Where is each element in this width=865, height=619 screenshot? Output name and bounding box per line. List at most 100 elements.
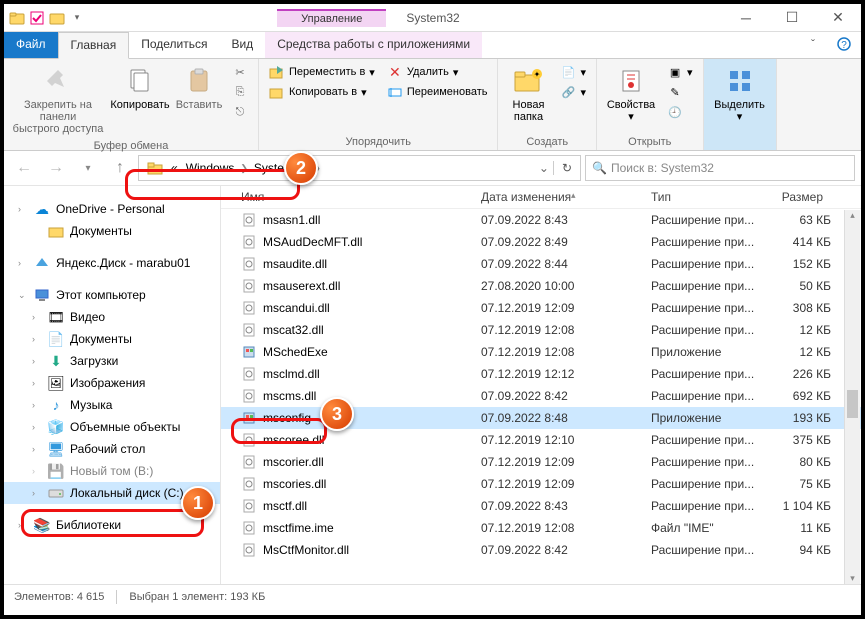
nav-newvol[interactable]: ›💾Новый том (B:)	[4, 460, 220, 482]
window-controls: ─ ☐ ✕	[723, 4, 861, 31]
edit-button[interactable]: ✎	[665, 83, 695, 101]
easy-icon: 🔗	[560, 84, 576, 100]
file-row[interactable]: mscat32.dll07.12.2019 12:08Расширение пр…	[221, 319, 861, 341]
col-type[interactable]: Тип	[651, 190, 771, 204]
file-row[interactable]: msauserext.dll27.08.2020 10:00Расширение…	[221, 275, 861, 297]
ribbon-collapse-button[interactable]: ˇ	[799, 32, 827, 58]
qat-dropdown-icon[interactable]: ▾	[68, 9, 86, 27]
nav-thispc[interactable]: ⌄Этот компьютер	[4, 284, 220, 306]
breadcrumb[interactable]: « Windows ❯ System32 ❯ ⌄ ↻	[138, 155, 581, 181]
file-row[interactable]: MSchedExe07.12.2019 12:08Приложение12 КБ	[221, 341, 861, 363]
tab-file[interactable]: Файл	[4, 32, 58, 58]
rename-button[interactable]: Переименовать	[385, 83, 490, 101]
copy-to-button[interactable]: Копировать в ▾	[267, 83, 377, 101]
up-button[interactable]: ↑	[106, 154, 134, 182]
qat-item-icon[interactable]	[48, 9, 66, 27]
breadcrumb-dropdown-icon[interactable]: ⌄	[535, 161, 553, 175]
file-row[interactable]: msaudite.dll07.09.2022 8:44Расширение пр…	[221, 253, 861, 275]
file-row[interactable]: mscms.dll07.09.2022 8:42Расширение при..…	[221, 385, 861, 407]
nav-3dobjects[interactable]: ›🧊Объемные объекты	[4, 416, 220, 438]
drive-icon	[48, 485, 64, 501]
tab-home[interactable]: Главная	[58, 32, 130, 59]
back-button[interactable]: ←	[10, 154, 38, 182]
nav-documents[interactable]: Документы	[4, 220, 220, 242]
desktop-icon: 🖥	[48, 441, 64, 457]
maximize-button[interactable]: ☐	[769, 4, 815, 31]
nav-videos[interactable]: ›🎞Видео	[4, 306, 220, 328]
file-icon	[241, 498, 257, 514]
qat-checkbox-icon[interactable]	[28, 9, 46, 27]
newitem-icon: 📄	[560, 64, 576, 80]
tab-apptools[interactable]: Средства работы с приложениями	[265, 32, 482, 58]
file-row[interactable]: msclmd.dll07.12.2019 12:12Расширение при…	[221, 363, 861, 385]
scrollbar-thumb[interactable]	[847, 390, 858, 418]
callout-3: 3	[320, 397, 354, 431]
file-row[interactable]: msctfime.ime07.12.2019 12:08Файл "IME"11…	[221, 517, 861, 539]
tab-view[interactable]: Вид	[219, 32, 265, 58]
chevron-right-icon[interactable]: ❯	[238, 163, 250, 174]
tab-share[interactable]: Поделиться	[129, 32, 219, 58]
history-button[interactable]: 🕘	[665, 103, 695, 121]
move-to-button[interactable]: Переместить в ▾	[267, 63, 377, 81]
file-row[interactable]: mscorier.dll07.12.2019 12:09Расширение п…	[221, 451, 861, 473]
cloud-icon: ☁	[34, 201, 50, 217]
forward-button[interactable]: →	[42, 154, 70, 182]
open-button[interactable]: ▣▾	[665, 63, 695, 81]
nav-downloads[interactable]: ›⬇Загрузки	[4, 350, 220, 372]
file-row[interactable]: msasn1.dll07.09.2022 8:43Расширение при.…	[221, 209, 861, 231]
title-area: Управление System32	[90, 4, 723, 31]
nav-desktop[interactable]: ›🖥Рабочий стол	[4, 438, 220, 460]
col-name[interactable]: Имя ▴	[229, 190, 481, 204]
nav-pictures[interactable]: ›🖼Изображения	[4, 372, 220, 394]
path-icon: ⎘	[232, 84, 248, 100]
picture-icon: 🖼	[48, 375, 64, 391]
easy-access-button[interactable]: 🔗▾	[558, 83, 588, 101]
help-button[interactable]: ?	[827, 32, 861, 58]
file-list[interactable]: msasn1.dll07.09.2022 8:43Расширение при.…	[221, 209, 861, 584]
rename-icon	[387, 84, 403, 100]
copy-button[interactable]: Копировать	[110, 61, 170, 115]
file-row[interactable]: msconfig07.09.2022 8:48Приложение193 КБ	[221, 407, 861, 429]
properties-button[interactable]: Свойства ▾	[603, 61, 659, 127]
new-folder-button[interactable]: ✦ Новая папка	[504, 61, 552, 127]
minimize-button[interactable]: ─	[723, 4, 769, 31]
paste-shortcut-button[interactable]: ⎋	[230, 103, 250, 121]
move-icon	[269, 64, 285, 80]
search-input[interactable]: 🔍 Поиск в: System32	[585, 155, 855, 181]
breadcrumb-windows[interactable]: Windows	[182, 161, 239, 175]
new-item-button[interactable]: 📄▾	[558, 63, 588, 81]
file-icon	[241, 410, 257, 426]
pin-quickaccess-button[interactable]: Закрепить на панели быстрого доступа	[10, 61, 106, 139]
nav-libraries[interactable]: ›📚Библиотеки	[4, 514, 220, 536]
refresh-button[interactable]: ↻	[553, 161, 576, 175]
file-row[interactable]: mscoree.dll07.12.2019 12:10Расширение пр…	[221, 429, 861, 451]
file-row[interactable]: mscories.dll07.12.2019 12:09Расширение п…	[221, 473, 861, 495]
recent-button[interactable]: ▾	[74, 154, 102, 182]
folder-icon	[48, 223, 64, 239]
delete-button[interactable]: ✕Удалить ▾	[385, 63, 490, 81]
select-button[interactable]: Выделить ▾	[710, 61, 770, 127]
cut-button[interactable]: ✂	[230, 63, 250, 81]
select-icon	[724, 65, 756, 97]
file-row[interactable]: mscandui.dll07.12.2019 12:09Расширение п…	[221, 297, 861, 319]
ribbon: Закрепить на панели быстрого доступа Коп…	[4, 59, 861, 151]
copy-icon	[124, 65, 156, 97]
delete-icon: ✕	[387, 64, 403, 80]
paste-button[interactable]: Вставить	[174, 61, 224, 115]
callout-2: 2	[284, 151, 318, 185]
nav-onedrive[interactable]: ›☁OneDrive - Personal	[4, 198, 220, 220]
file-row[interactable]: msctf.dll07.09.2022 8:43Расширение при..…	[221, 495, 861, 517]
col-modified[interactable]: Дата изменения	[481, 190, 651, 204]
file-row[interactable]: MsCtfMonitor.dll07.09.2022 8:42Расширени…	[221, 539, 861, 561]
file-row[interactable]: MSAudDecMFT.dll07.09.2022 8:49Расширение…	[221, 231, 861, 253]
properties-icon	[615, 65, 647, 97]
scrollbar[interactable]: ▴ ▾	[844, 210, 860, 584]
nav-documents2[interactable]: ›📄Документы	[4, 328, 220, 350]
nav-music[interactable]: ›♪Музыка	[4, 394, 220, 416]
close-button[interactable]: ✕	[815, 4, 861, 31]
col-size[interactable]: Размер	[771, 190, 831, 204]
copy-path-button[interactable]: ⎘	[230, 83, 250, 101]
nav-yandex[interactable]: ›Яндекс.Диск - marabu01	[4, 252, 220, 274]
breadcrumb-prefix[interactable]: «	[167, 161, 182, 175]
quick-access-toolbar: ▾	[4, 4, 90, 31]
